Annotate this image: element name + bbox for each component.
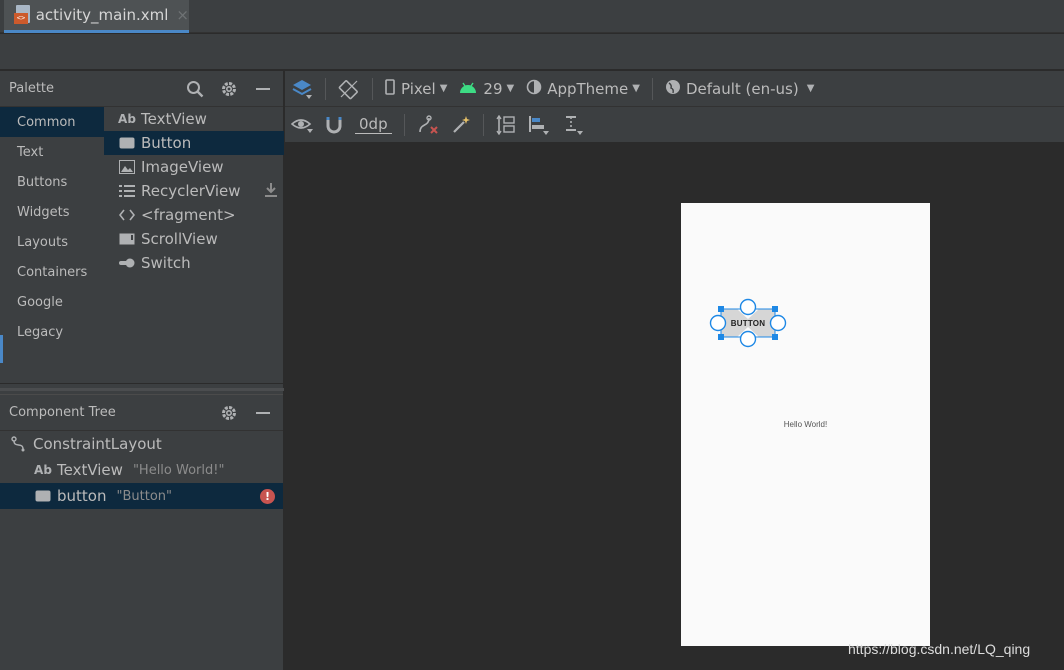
theme-dropdown[interactable]: AppTheme ▼ [520,75,646,103]
component-tree: ConstraintLayout Ab TextView "Hello Worl… [0,431,283,509]
palette-item-label: ImageView [141,158,224,176]
category-legacy[interactable]: Legacy [0,317,104,347]
tab-title: activity_main.xml [35,6,169,24]
tree-item-constraintlayout[interactable]: ConstraintLayout [0,431,283,457]
palette-item-label: ScrollView [141,230,218,248]
ab-text-icon: Ab [118,112,136,126]
tree-item-value: "Button" [116,488,172,504]
default-margin-field[interactable]: 0dp [349,111,398,139]
clear-constraints-icon[interactable] [411,111,445,139]
layers-icon[interactable] [285,75,319,103]
palette-header: Palette [0,71,283,107]
palette-item-scrollview[interactable]: ScrollView [104,227,284,251]
button-text: BUTTON [730,318,766,328]
category-widgets[interactable]: Widgets [0,197,104,227]
component-tree-header: Component Tree [0,395,283,431]
palette-item-label: <fragment> [141,206,236,224]
globe-icon [665,79,681,99]
tree-item-textview[interactable]: Ab TextView "Hello World!" [0,457,283,483]
tree-item-label: TextView [57,461,123,479]
editor-subbar [0,34,1064,70]
gear-icon[interactable] [219,403,239,423]
constraint-layout-icon [10,436,28,452]
device-label: Pixel [401,79,436,98]
pack-icon[interactable] [490,111,522,139]
list-icon [118,183,136,199]
theme-label: AppTheme [547,79,629,98]
button-icon [118,135,136,151]
guidelines-icon[interactable] [556,111,590,139]
palette-item-switch[interactable]: Switch [104,251,284,275]
panel-splitter[interactable] [0,383,284,395]
button-icon [34,488,52,504]
scrollview-icon [118,231,136,247]
palette-components: Ab TextView Button ImageView RecyclerVie… [104,107,284,275]
palette-item-textview[interactable]: Ab TextView [104,107,284,131]
phone-icon [385,78,395,99]
theme-icon [526,79,542,99]
watermark-text: https://blog.csdn.net/LQ_qing [848,641,1031,657]
palette-item-label: RecyclerView [141,182,241,200]
editor-tab-bar: <> activity_main.xml × [0,0,1064,33]
palette-categories: Common Text Buttons Widgets Layouts Cont… [0,107,104,383]
tree-item-value: "Hello World!" [132,462,225,478]
component-tree-title: Component Tree [9,405,116,420]
palette-item-fragment[interactable]: <fragment> [104,203,284,227]
error-icon[interactable]: ! [260,489,275,504]
tab-activity-main[interactable]: <> activity_main.xml × [4,0,189,33]
palette-item-label: Button [141,134,192,152]
android-icon [459,80,477,98]
tree-item-label: ConstraintLayout [33,435,162,453]
magic-wand-icon[interactable] [445,111,477,139]
category-layouts[interactable]: Layouts [0,227,104,257]
category-google[interactable]: Google [0,287,104,317]
hello-world-textview[interactable]: Hello World! [681,420,930,429]
design-toolbar: Pixel ▼ 29 ▼ AppTheme ▼ Default (en-us) … [285,71,1064,107]
api-level-label: 29 [483,79,503,98]
design-canvas[interactable]: BUTTON Hello World! [285,144,1064,670]
tree-item-button[interactable]: button "Button" ! [0,483,283,509]
close-icon[interactable]: × [176,6,189,24]
chevron-down-icon: ▼ [439,83,448,94]
tree-item-label: button [57,487,107,505]
palette-item-button[interactable]: Button [104,131,284,155]
xml-file-icon: <> [14,5,30,25]
palette-title: Palette [9,81,55,96]
gear-icon[interactable] [219,79,239,99]
margin-value: 0dp [355,115,392,134]
locale-label: Default (en-us) [685,79,799,98]
eye-icon[interactable] [285,111,319,139]
chevron-down-icon: ▼ [806,83,815,94]
chevron-down-icon: ▼ [632,83,640,94]
category-text[interactable]: Text [0,137,104,167]
panel-edge-marker [0,335,3,363]
palette-item-label: Switch [141,254,191,272]
category-common[interactable]: Common [0,107,104,137]
category-buttons[interactable]: Buttons [0,167,104,197]
locale-dropdown[interactable]: Default (en-us) ▼ [659,75,820,103]
palette-item-label: TextView [141,110,207,128]
minimize-icon[interactable] [253,79,273,99]
search-icon[interactable] [185,79,205,99]
palette-item-imageview[interactable]: ImageView [104,155,284,179]
device-dropdown[interactable]: Pixel ▼ [379,75,453,103]
constraint-toolbar: 0dp [285,107,1064,143]
code-brackets-icon [118,207,136,223]
button-widget[interactable]: BUTTON [709,298,787,348]
download-icon[interactable] [264,182,278,202]
api-level-dropdown[interactable]: 29 ▼ [453,75,520,103]
align-icon[interactable] [522,111,556,139]
left-panel: Palette Common Text Buttons Widgets Layo… [0,71,284,670]
ab-text-icon: Ab [34,463,52,477]
palette-body: Common Text Buttons Widgets Layouts Cont… [0,107,284,383]
switch-icon [118,255,136,271]
device-preview[interactable]: BUTTON Hello World! [681,203,930,646]
palette-item-recyclerview[interactable]: RecyclerView [104,179,284,203]
orientation-icon[interactable] [332,75,366,103]
category-containers[interactable]: Containers [0,257,104,287]
magnet-icon[interactable] [319,111,349,139]
minimize-icon[interactable] [253,403,273,423]
chevron-down-icon: ▼ [506,83,515,94]
image-icon [118,159,136,175]
